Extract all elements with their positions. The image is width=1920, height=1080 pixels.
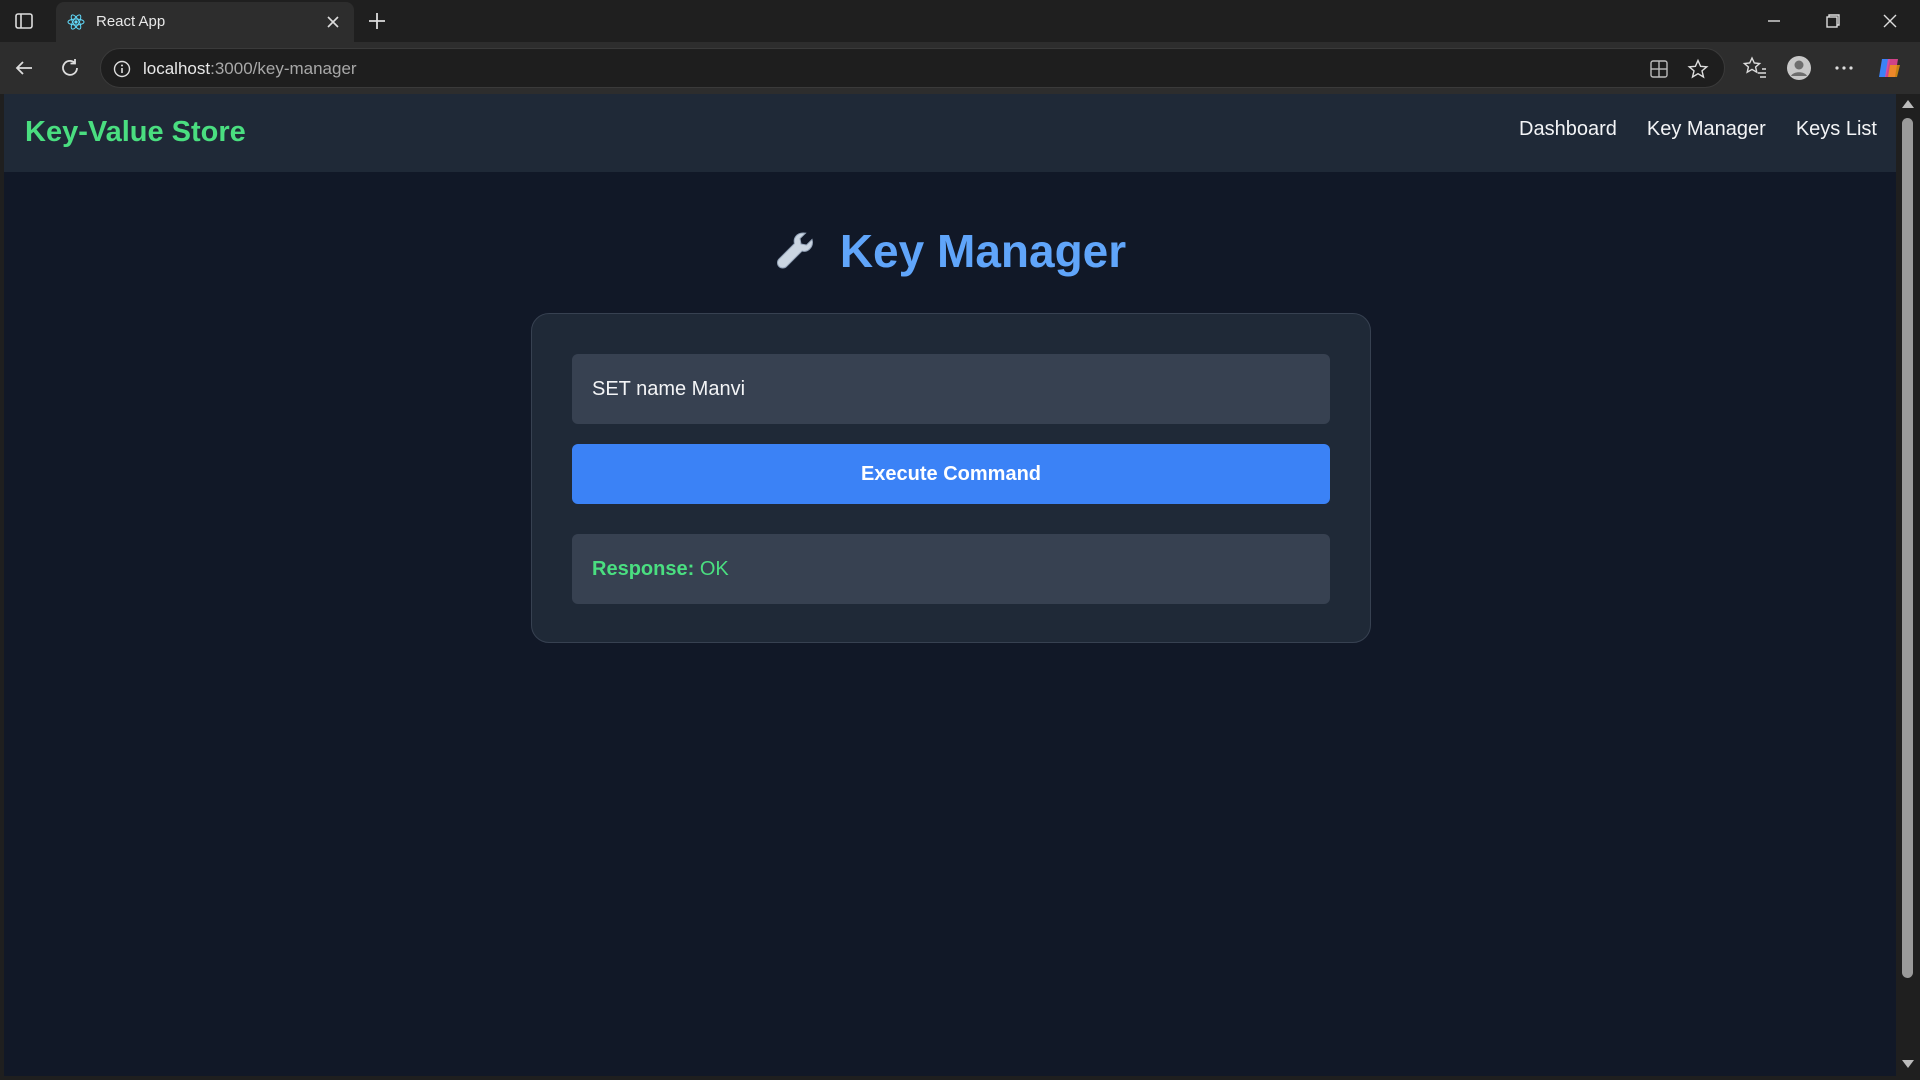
address-bar-row: localhost:3000/key-manager xyxy=(0,42,1920,94)
scroll-up-icon[interactable] xyxy=(1902,100,1914,108)
page-scrollbar[interactable] xyxy=(1896,94,1920,1076)
app-available-icon[interactable] xyxy=(1648,58,1670,80)
wrench-icon xyxy=(776,232,813,269)
reload-icon[interactable] xyxy=(58,56,82,80)
browser-tab[interactable]: React App xyxy=(56,2,354,42)
address-bar[interactable]: localhost:3000/key-manager xyxy=(100,48,1725,88)
url-host: localhost xyxy=(143,59,211,78)
nav-link-key-manager[interactable]: Key Manager xyxy=(1647,118,1766,141)
app-navbar: Key-Value Store Dashboard Key Manager Ke… xyxy=(4,94,1896,172)
nav-link-keys-list[interactable]: Keys List xyxy=(1796,118,1877,141)
nav-link-dashboard[interactable]: Dashboard xyxy=(1519,118,1617,141)
nav-links: Dashboard Key Manager Keys List xyxy=(1519,118,1877,141)
command-card: Execute Command Response: OK xyxy=(531,313,1371,643)
command-input[interactable] xyxy=(572,354,1330,424)
profile-avatar-icon[interactable] xyxy=(1786,55,1812,81)
page-viewport: Key-Value Store Dashboard Key Manager Ke… xyxy=(4,94,1896,1076)
minimize-icon[interactable] xyxy=(1762,10,1786,32)
sidebar-toggle-icon[interactable] xyxy=(14,11,34,31)
url-text[interactable]: localhost:3000/key-manager xyxy=(143,59,357,79)
site-info-icon[interactable] xyxy=(113,60,131,78)
react-icon xyxy=(67,14,85,30)
favorite-star-icon[interactable] xyxy=(1687,58,1709,80)
copilot-icon[interactable] xyxy=(1876,55,1902,81)
response-value: OK xyxy=(699,558,729,580)
close-window-icon[interactable] xyxy=(1878,10,1902,32)
more-options-icon[interactable] xyxy=(1831,55,1857,81)
browser-tab-bar: React App xyxy=(0,0,1920,42)
response-box: Response: OK xyxy=(572,534,1330,604)
page-title: Key Manager xyxy=(4,224,1896,278)
tab-title: React App xyxy=(96,13,166,30)
url-path: :3000/key-manager xyxy=(210,59,357,78)
new-tab-icon[interactable] xyxy=(365,9,389,33)
page-title-text: Key Manager xyxy=(839,225,1127,277)
close-tab-icon[interactable] xyxy=(324,13,342,31)
brand-title[interactable]: Key-Value Store xyxy=(25,116,246,149)
response-label: Response: xyxy=(592,558,695,580)
scroll-thumb[interactable] xyxy=(1902,118,1913,978)
scroll-down-icon[interactable] xyxy=(1902,1060,1914,1068)
execute-command-button[interactable]: Execute Command xyxy=(572,444,1330,504)
restore-icon[interactable] xyxy=(1820,10,1844,32)
back-icon[interactable] xyxy=(12,56,36,80)
favorites-icon[interactable] xyxy=(1742,55,1768,81)
